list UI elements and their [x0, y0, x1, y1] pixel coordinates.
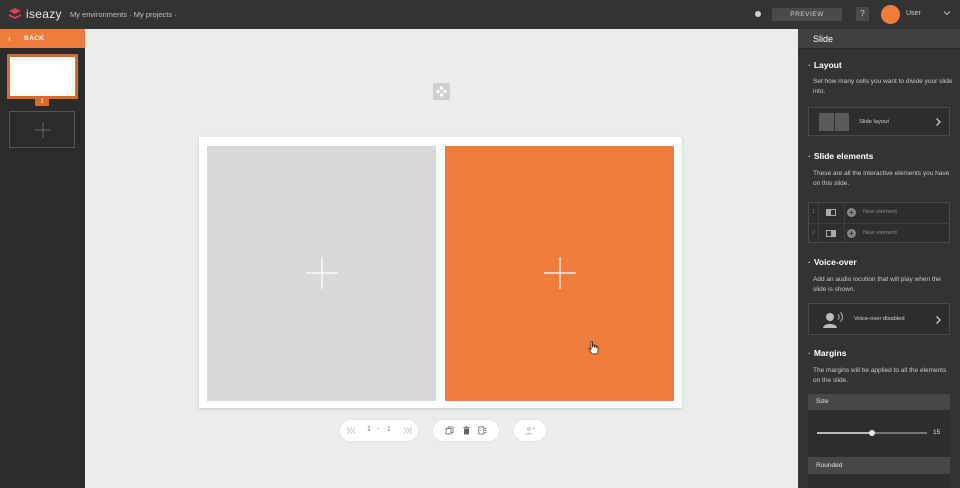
hand-cursor-icon — [588, 341, 599, 355]
list-item[interactable]: 2 + New element — [809, 223, 949, 244]
size-slider[interactable] — [817, 430, 927, 436]
element-number: 1 — [812, 209, 815, 215]
elements-section-title: Slide elements — [808, 151, 874, 161]
save-status-icon — [755, 11, 761, 17]
panel-title: Slide — [813, 34, 834, 44]
logo-icon — [9, 7, 21, 19]
chevron-left-icon: ‹ — [8, 34, 11, 43]
back-button[interactable]: ‹ BACK — [0, 29, 85, 48]
chevron-right-icon — [936, 316, 941, 324]
slide-actions — [433, 420, 499, 441]
move-icon[interactable] — [433, 83, 450, 100]
divider — [844, 224, 845, 244]
panel-header: Slide — [798, 29, 960, 49]
help-button[interactable]: ? — [856, 7, 869, 21]
user-icon — [525, 427, 535, 435]
element-number: 2 — [812, 230, 815, 236]
margins-settings: Size 15 Rounded — [808, 394, 950, 488]
slide-pager: 1 - 1 — [340, 420, 418, 441]
cell-left-icon — [826, 209, 836, 216]
size-slider-handle[interactable] — [869, 430, 875, 436]
add-element-icon[interactable]: + — [847, 208, 856, 217]
chevron-right-icon — [936, 118, 941, 126]
slide-cell-2[interactable] — [445, 146, 674, 401]
trash-icon[interactable] — [462, 426, 471, 435]
chevron-down-icon[interactable] — [943, 9, 951, 17]
elements-list: 1 + New element 2 + New element — [808, 202, 950, 244]
top-bar: iseazy My environments · My projects · P… — [0, 0, 960, 29]
divider — [818, 203, 819, 223]
slide-number-badge: 1 — [35, 98, 49, 106]
layout-section-title: Layout — [808, 60, 842, 70]
plus-icon — [35, 122, 51, 138]
back-label: BACK — [24, 35, 45, 42]
first-page-icon[interactable] — [347, 426, 356, 435]
last-page-icon[interactable] — [403, 426, 412, 435]
slide-layout-button[interactable]: Slide layout — [808, 107, 950, 136]
logo-text: iseazy — [26, 7, 62, 21]
voice-over-label: Voice-over disabled — [854, 316, 905, 322]
add-element-icon[interactable]: + — [847, 229, 856, 238]
add-slide-button[interactable] — [9, 111, 75, 148]
current-page: 1 — [367, 426, 371, 433]
cell-right-icon — [826, 230, 836, 237]
user-roles-pill[interactable] — [514, 420, 546, 441]
layout-icon — [819, 113, 849, 131]
slide-layout-label: Slide layout — [859, 119, 889, 125]
voice-section-title: Voice-over — [808, 257, 857, 267]
divider — [818, 224, 819, 244]
size-label: Size — [816, 398, 829, 405]
preview-button[interactable]: PREVIEW — [772, 8, 842, 21]
properties-panel: Slide Layout Set how many cells you want… — [798, 29, 960, 488]
size-value: 15 — [933, 429, 941, 436]
voice-over-icon — [823, 312, 843, 328]
page-separator: - — [377, 426, 380, 433]
rounded-header: Rounded — [808, 457, 950, 474]
size-slider-fill — [817, 432, 872, 434]
elements-section-desc: These are all the interactive elements y… — [813, 170, 950, 187]
margins-section-title: Margins — [808, 348, 847, 358]
element-label: New element — [863, 209, 897, 215]
slide-cell-1[interactable] — [207, 146, 436, 401]
duplicate-icon[interactable] — [445, 426, 454, 435]
slide-thumbnail-preview — [12, 59, 73, 94]
rounded-label: Rounded — [816, 462, 843, 469]
user-name[interactable]: User — [906, 10, 921, 17]
voice-section-desc: Add an audio locution that will play whe… — [813, 276, 941, 293]
slide-canvas — [199, 137, 682, 408]
layout-section-desc: Set how many cells you want to divide yo… — [813, 78, 953, 95]
total-pages: 1 — [387, 426, 391, 433]
margins-section-desc: The margins will be applied to all the e… — [813, 367, 947, 384]
slide-thumbnail[interactable] — [7, 54, 78, 99]
list-item[interactable]: 1 + New element — [809, 203, 949, 223]
breadcrumb[interactable]: My environments · My projects · — [70, 10, 177, 19]
logo[interactable]: iseazy — [8, 7, 62, 21]
plus-icon[interactable] — [306, 257, 338, 289]
divider — [844, 203, 845, 223]
avatar[interactable] — [881, 5, 900, 24]
size-header: Size — [808, 394, 950, 410]
notes-icon[interactable] — [478, 426, 487, 435]
element-label: New element — [863, 230, 897, 236]
plus-icon[interactable] — [544, 257, 576, 289]
voice-over-button[interactable]: Voice-over disabled — [808, 303, 950, 335]
